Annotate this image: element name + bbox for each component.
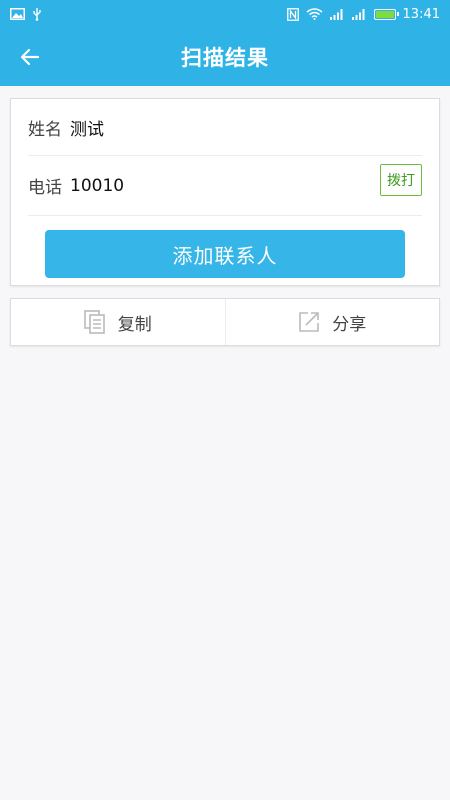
share-label: 分享 xyxy=(332,314,367,335)
contact-card: 姓名 测试 电话 10010 拨打 添加联系人 xyxy=(10,98,440,286)
nfc-icon xyxy=(286,7,299,21)
share-button[interactable]: 分享 xyxy=(224,299,440,345)
name-row: 姓名 测试 xyxy=(28,99,422,156)
status-bar-right: 13:41 xyxy=(286,6,440,22)
signal-icon xyxy=(351,8,367,20)
name-label: 姓名 xyxy=(28,119,62,140)
copy-label: 复制 xyxy=(117,314,152,335)
usb-icon xyxy=(32,7,42,21)
arrow-left-icon xyxy=(20,48,40,66)
status-bar-left xyxy=(10,7,42,21)
page-title: 扫描结果 xyxy=(181,46,269,70)
phone-value: 10010 xyxy=(70,175,125,196)
actions-bar: 复制 分享 xyxy=(10,298,440,346)
battery-icon xyxy=(373,8,399,20)
share-icon xyxy=(298,311,320,333)
phone-row: 电话 10010 拨打 xyxy=(28,156,422,216)
phone-label: 电话 xyxy=(28,178,62,198)
name-value: 测试 xyxy=(70,119,104,140)
wifi-icon xyxy=(306,8,323,20)
app-bar: 扫描结果 xyxy=(0,28,450,86)
status-bar: 13:41 xyxy=(0,0,450,28)
add-contact-button[interactable]: 添加联系人 xyxy=(45,230,405,278)
battery-level xyxy=(375,10,394,18)
status-time: 13:41 xyxy=(402,6,440,22)
dial-button[interactable]: 拨打 xyxy=(380,164,422,196)
back-button[interactable] xyxy=(10,37,50,77)
copy-icon xyxy=(83,310,106,334)
copy-button[interactable]: 复制 xyxy=(11,299,225,345)
signal-icon xyxy=(329,8,345,20)
image-icon xyxy=(10,8,25,20)
